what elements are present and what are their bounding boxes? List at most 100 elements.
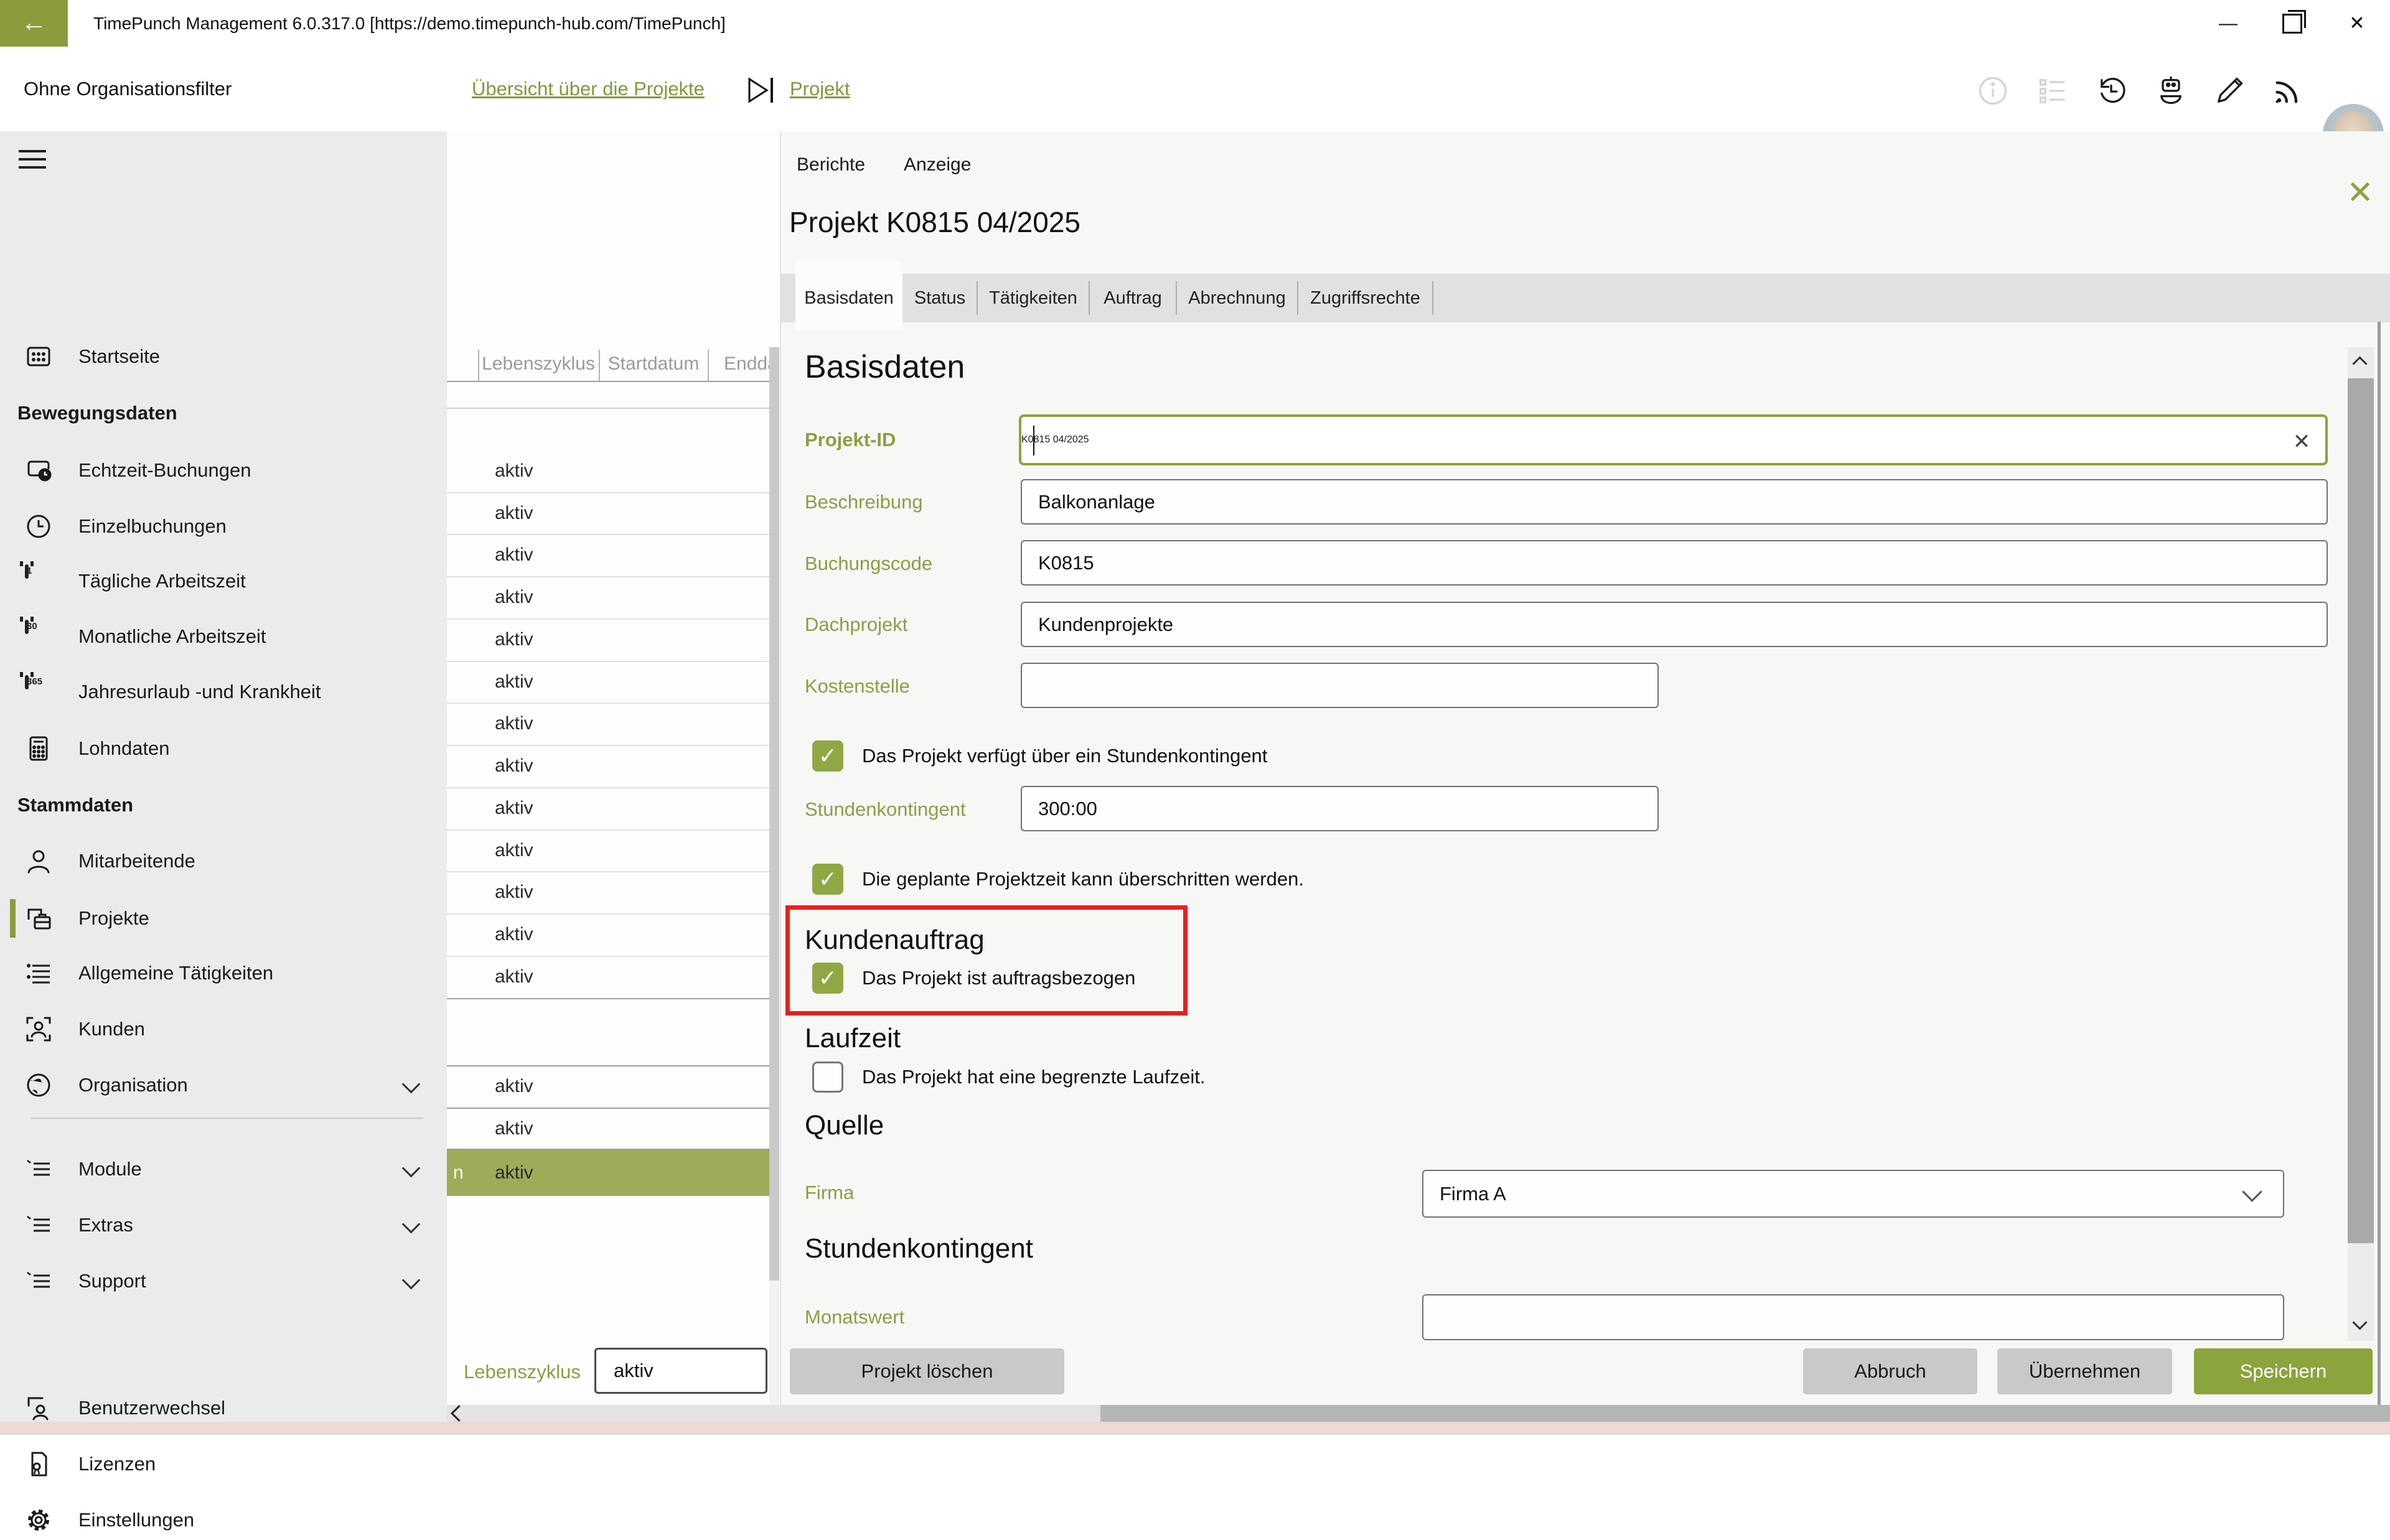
monatswert-input[interactable]	[1422, 1294, 2284, 1340]
selected-item-indicator	[10, 899, 16, 938]
table-row[interactable]: aktiv	[495, 1066, 682, 1107]
menu-berichte[interactable]: Berichte	[797, 144, 865, 186]
tab-taetigkeiten[interactable]: Tätigkeiten	[983, 274, 1083, 322]
section-kundenauftrag: Kundenauftrag	[805, 925, 985, 956]
table-row[interactable]: aktiv	[495, 830, 682, 871]
table-row[interactable]: aktiv	[495, 956, 682, 997]
stundenkontingent-input[interactable]: 300:00	[1021, 786, 1659, 831]
checkbox-laufzeit[interactable]	[812, 1062, 843, 1093]
table-row[interactable]: aktiv	[495, 914, 682, 955]
tab-status[interactable]: Status	[909, 274, 971, 322]
table-row[interactable]: aktiv	[495, 534, 682, 576]
table-row[interactable]: aktiv	[495, 450, 682, 492]
restore-button[interactable]	[2264, 0, 2320, 47]
table-header-startdatum[interactable]: Startdatum	[600, 347, 707, 381]
cancel-button[interactable]: Abbruch	[1803, 1348, 1977, 1394]
checkbox-ueberschritten[interactable]: ✓	[812, 864, 843, 895]
sidebar-item-taegliche-arbeitszeit[interactable]: 1 Tägliche Arbeitszeit	[0, 561, 447, 601]
sidebar-item-mitarbeitende[interactable]: Mitarbeitende	[0, 841, 447, 881]
firma-select[interactable]: Firma A	[1422, 1170, 2284, 1218]
tab-auftrag[interactable]: Auftrag	[1095, 274, 1170, 322]
sidebar-item-support[interactable]: Support	[0, 1261, 447, 1301]
table-row[interactable]: aktiv	[495, 745, 682, 786]
scroll-up-button[interactable]	[2348, 347, 2374, 378]
annotation-red-box	[785, 905, 1188, 1015]
list-icon	[24, 958, 54, 988]
hamburger-menu-icon[interactable]	[19, 150, 47, 172]
menu-anzeige[interactable]: Anzeige	[904, 144, 971, 186]
table-row[interactable]: aktiv	[495, 788, 682, 829]
table-row[interactable]: aktiv	[495, 1108, 682, 1149]
rss-icon[interactable]	[2272, 75, 2304, 107]
table-row[interactable]: aktiv	[495, 703, 682, 744]
kostenstelle-input[interactable]	[1021, 663, 1659, 708]
table-row[interactable]: aktiv	[495, 872, 682, 913]
form-heading: Basisdaten	[805, 348, 965, 386]
projekt-id-input[interactable]: K0815 04/2025	[1019, 414, 2328, 465]
kostenstelle-label: Kostenstelle	[805, 663, 910, 709]
close-window-button[interactable]: ✕	[2329, 0, 2385, 47]
table-header-lebenszyklus[interactable]: Lebenszyklus	[478, 347, 599, 381]
beschreibung-label: Beschreibung	[805, 479, 923, 525]
panel-scrollbar-track[interactable]	[2348, 1243, 2374, 1310]
table-row[interactable]: aktiv	[495, 619, 682, 660]
tab-zugriffsrechte[interactable]: Zugriffsrechte	[1304, 274, 1427, 322]
sidebar-item-allgemeine-taetigkeiten[interactable]: Allgemeine Tätigkeiten	[0, 953, 447, 993]
chevron-down-icon	[402, 1159, 421, 1178]
apply-button[interactable]: Übernehmen	[1997, 1348, 2172, 1394]
buchungscode-label: Buchungscode	[805, 541, 932, 587]
checkbox-auftragsbezogen[interactable]: ✓	[812, 963, 843, 994]
sidebar-item-einstellungen[interactable]: Einstellungen	[0, 1500, 447, 1540]
sidebar-item-extras[interactable]: Extras	[0, 1205, 447, 1245]
sidebar-item-startseite[interactable]: Startseite	[0, 337, 447, 376]
sidebar-item-lizenzen[interactable]: Lizenzen	[0, 1444, 447, 1484]
delete-project-button[interactable]: Projekt löschen	[790, 1348, 1064, 1394]
scroll-down-button[interactable]	[2348, 1310, 2374, 1341]
tab-basisdaten[interactable]: Basisdaten	[795, 274, 902, 322]
calendar-month-icon: 30	[24, 622, 54, 651]
breadcrumb-project-link[interactable]: Projekt	[790, 47, 850, 131]
tab-abrechnung[interactable]: Abrechnung	[1183, 274, 1291, 322]
checkbox-auftragsbezogen-label: Das Projekt ist auftragsbezogen	[862, 963, 1135, 994]
sidebar-item-jahresurlaub[interactable]: 365 Jahresurlaub -und Krankheit	[0, 672, 447, 712]
checkbox-stundenkontingent[interactable]: ✓	[812, 740, 843, 772]
beschreibung-input[interactable]: Balkonanlage	[1021, 479, 2328, 525]
close-icon: ✕	[2346, 175, 2374, 211]
history-icon[interactable]	[2095, 75, 2127, 107]
horizontal-scrollbar-thumb[interactable]	[1100, 1405, 2390, 1422]
sidebar: Startseite Bewegungsdaten Echtzeit-Buchu…	[0, 131, 447, 1422]
sidebar-item-einzelbuchungen[interactable]: Einzelbuchungen	[0, 506, 447, 546]
sidebar-item-monatliche-arbeitszeit[interactable]: 30 Monatliche Arbeitszeit	[0, 617, 447, 656]
sidebar-item-organisation[interactable]: Organisation	[0, 1065, 447, 1105]
lifecycle-filter-input[interactable]: aktiv	[594, 1348, 767, 1394]
breadcrumb-overview-link[interactable]: Übersicht über die Projekte	[472, 47, 705, 131]
close-panel-button[interactable]: ✕	[2341, 174, 2379, 212]
table-row[interactable]: aktiv	[495, 661, 682, 702]
edit-pencil-icon[interactable]	[2213, 75, 2246, 107]
table-group-line	[447, 998, 769, 999]
clear-field-icon[interactable]: ✕	[2288, 428, 2315, 455]
sidebar-item-module[interactable]: Module	[0, 1149, 447, 1189]
save-button[interactable]: Speichern	[2194, 1348, 2373, 1394]
robot-icon[interactable]	[2155, 75, 2187, 107]
sidebar-item-projekte[interactable]: Projekte	[0, 898, 447, 938]
sidebar-item-kunden[interactable]: Kunden	[0, 1009, 447, 1049]
back-button[interactable]: ←	[0, 0, 68, 47]
minimize-icon: —	[2219, 13, 2238, 34]
table-row[interactable]: aktiv	[495, 577, 682, 618]
sidebar-item-lohndaten[interactable]: Lohndaten	[0, 729, 447, 768]
table-row-selected[interactable]: n aktiv	[447, 1150, 769, 1196]
play-step-icon	[746, 77, 780, 104]
checklist-icon[interactable]	[2036, 75, 2069, 107]
minimize-button[interactable]: —	[2200, 0, 2256, 47]
mid-vertical-scrollbar-thumb[interactable]	[769, 347, 779, 1281]
dachprojekt-input[interactable]: Kundenprojekte	[1021, 602, 2328, 647]
table-row[interactable]: aktiv	[495, 493, 682, 534]
sidebar-item-echtzeit-buchungen[interactable]: Echtzeit-Buchungen	[0, 450, 447, 490]
panel-scrollbar-thumb[interactable]	[2348, 378, 2374, 1243]
tab-separator	[977, 281, 978, 315]
table-header-blank[interactable]	[454, 347, 476, 381]
info-icon[interactable]	[1977, 75, 2009, 107]
table-header-enddatum[interactable]: Enddatum	[724, 347, 769, 381]
buchungscode-input[interactable]: K0815	[1021, 540, 2328, 586]
